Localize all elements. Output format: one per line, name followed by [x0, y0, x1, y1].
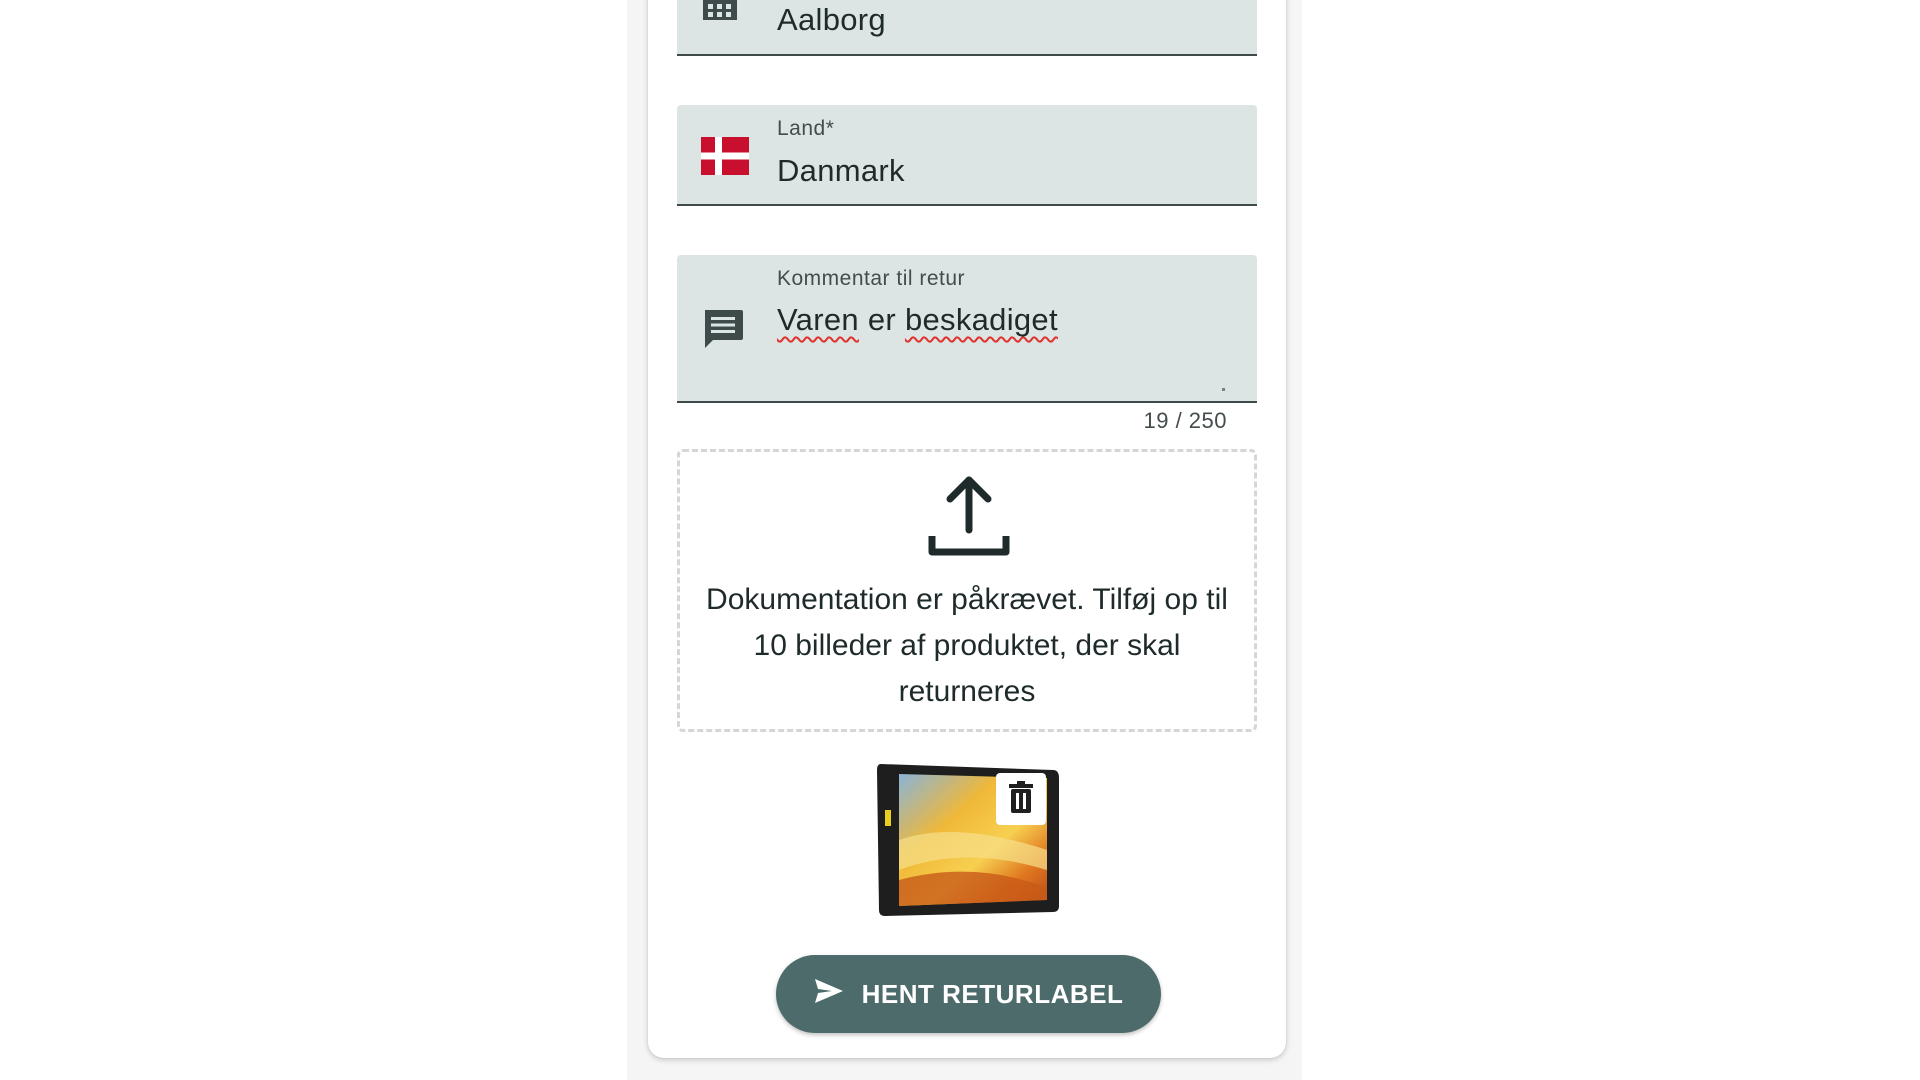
city-icon [701, 0, 739, 31]
submit-button-label: HENT RETURLABEL [861, 978, 1124, 1009]
upload-icon [926, 474, 1012, 565]
get-return-label-button[interactable]: HENT RETURLABEL [776, 955, 1161, 1033]
country-label: Land* [777, 117, 835, 140]
denmark-flag-icon [701, 137, 749, 180]
character-counter: 19 / 250 [1143, 408, 1227, 433]
comment-label: Kommentar til retur [777, 267, 966, 290]
city-field[interactable]: Aalborg [677, 0, 1257, 56]
comment-value: Varen er beskadiget [777, 302, 1058, 338]
comment-word-2: er [867, 302, 897, 337]
trash-icon [1007, 780, 1035, 819]
country-value: Danmark [777, 153, 905, 188]
send-icon [814, 978, 844, 1011]
city-value: Aalborg [777, 2, 886, 37]
comment-icon [701, 308, 745, 355]
comment-field[interactable]: Kommentar til retur Varen er beskadiget [677, 255, 1257, 403]
delete-image-button[interactable] [996, 773, 1046, 825]
textarea-resize-handle[interactable] [1222, 388, 1225, 391]
comment-word-3: beskadiget [904, 302, 1058, 337]
country-field[interactable]: Land* Danmark [677, 105, 1257, 206]
comment-word-1: Varen [777, 302, 859, 337]
upload-dropzone[interactable]: Dokumentation er påkrævet. Tilføj op til… [677, 449, 1257, 732]
upload-message: Dokumentation er påkrævet. Tilføj op til… [706, 583, 1228, 708]
